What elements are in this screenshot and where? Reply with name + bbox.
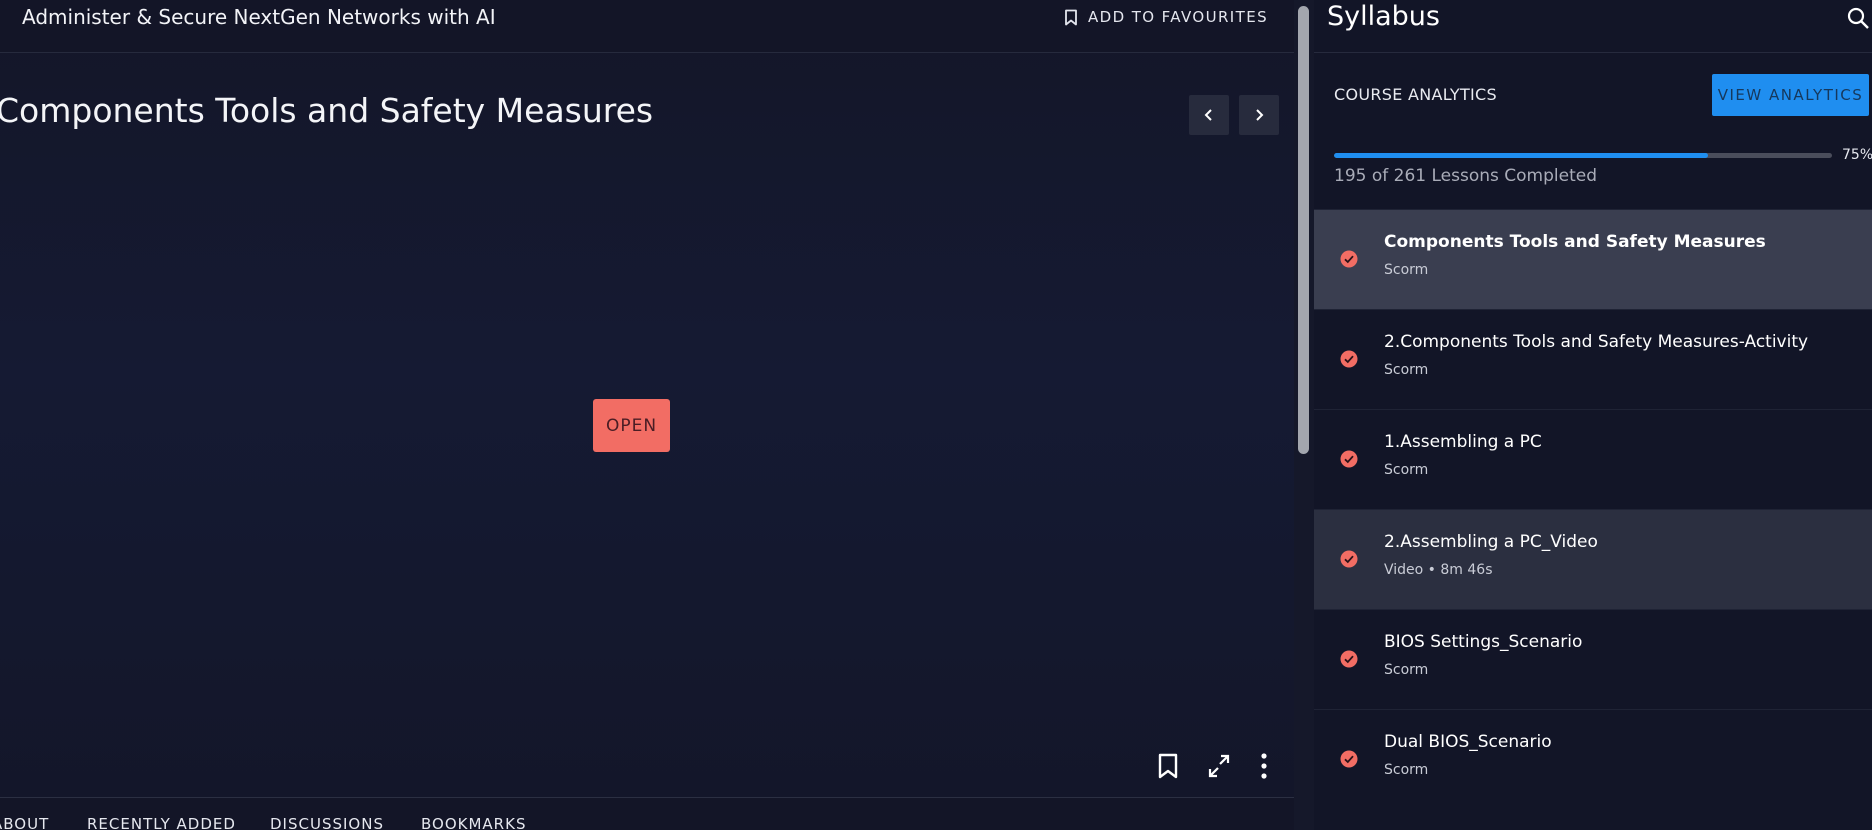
syllabus-item-title: Dual BIOS_Scenario — [1384, 732, 1552, 752]
course-progress-percent: 75% — [1842, 147, 1872, 163]
check-circle-icon — [1340, 250, 1358, 268]
syllabus-item-title: 2.Components Tools and Safety Measures-A… — [1384, 332, 1809, 352]
check-circle-icon — [1340, 650, 1358, 668]
syllabus-title: Syllabus — [1327, 1, 1440, 32]
check-circle-icon — [1340, 550, 1358, 568]
syllabus-item-title: Components Tools and Safety Measures — [1384, 232, 1766, 252]
more-options-button[interactable] — [1251, 752, 1277, 784]
syllabus-item[interactable]: 1.Assembling a PC Scorm — [1314, 409, 1872, 509]
check-circle-icon — [1340, 350, 1358, 368]
search-icon[interactable] — [1846, 6, 1870, 30]
syllabus-item-meta: Scorm — [1384, 462, 1429, 478]
course-progress-bar — [1334, 153, 1832, 158]
syllabus-header: Syllabus — [1314, 0, 1872, 53]
content-header: ‹ Administer & Secure NextGen Networks w… — [0, 0, 1294, 53]
chevron-left-icon — [1204, 109, 1212, 121]
lesson-title: Components Tools and Safety Measures — [0, 91, 654, 130]
syllabus-item-meta: Video • 8m 46s — [1384, 562, 1493, 578]
previous-lesson-button[interactable] — [1189, 95, 1229, 135]
syllabus-panel: Syllabus COURSE ANALYTICS VIEW ANALYTICS… — [1314, 0, 1872, 830]
syllabus-item-title: 1.Assembling a PC — [1384, 432, 1542, 452]
content-tabs: ABOUT RECENTLY ADDED DISCUSSIONS BOOKMAR… — [0, 797, 1294, 830]
lessons-completed-text: 195 of 261 Lessons Completed — [1334, 166, 1597, 186]
course-title: Administer & Secure NextGen Networks wit… — [22, 5, 496, 29]
chevron-right-icon — [1256, 109, 1264, 121]
content-scrollbar-thumb[interactable] — [1298, 6, 1309, 454]
next-lesson-button[interactable] — [1239, 95, 1279, 135]
syllabus-item[interactable]: Components Tools and Safety Measures Scor… — [1314, 209, 1872, 309]
syllabus-item-title: BIOS Settings_Scenario — [1384, 632, 1583, 652]
syllabus-item-meta: Scorm — [1384, 362, 1429, 378]
syllabus-item[interactable]: 2.Assembling a PC_Video Video • 8m 46s — [1314, 509, 1872, 609]
fullscreen-icon — [1208, 754, 1230, 778]
more-vertical-icon — [1261, 753, 1267, 779]
view-analytics-button[interactable]: VIEW ANALYTICS — [1712, 74, 1869, 116]
syllabus-item[interactable]: 2.Components Tools and Safety Measures-A… — [1314, 309, 1872, 409]
syllabus-item-meta: Scorm — [1384, 662, 1429, 678]
check-circle-icon — [1340, 450, 1358, 468]
course-analytics-label: COURSE ANALYTICS — [1334, 85, 1497, 104]
course-progress-fill — [1334, 153, 1708, 158]
syllabus-item[interactable]: BIOS Settings_Scenario Scorm — [1314, 609, 1872, 709]
check-circle-icon — [1340, 750, 1358, 768]
tab-discussions[interactable]: DISCUSSIONS — [270, 815, 384, 830]
tab-recently-added[interactable]: RECENTLY ADDED — [87, 815, 236, 830]
fullscreen-button[interactable] — [1206, 752, 1232, 784]
open-button[interactable]: OPEN — [593, 399, 670, 452]
bookmark-lesson-button[interactable] — [1155, 752, 1181, 784]
syllabus-item-meta: Scorm — [1384, 762, 1429, 778]
add-to-favourites-label: ADD TO FAVOURITES — [1087, 8, 1268, 26]
add-to-favourites-button[interactable]: ADD TO FAVOURITES — [1064, 8, 1268, 26]
syllabus-item-meta: Scorm — [1384, 262, 1429, 278]
tab-bookmarks[interactable]: BOOKMARKS — [421, 815, 526, 830]
syllabus-item-title: 2.Assembling a PC_Video — [1384, 532, 1598, 552]
tab-about[interactable]: ABOUT — [0, 815, 49, 830]
syllabus-item[interactable]: Dual BIOS_Scenario Scorm — [1314, 709, 1872, 809]
content-pane: ‹ Administer & Secure NextGen Networks w… — [0, 0, 1294, 830]
bookmark-icon — [1065, 9, 1077, 25]
bookmark-icon — [1158, 753, 1178, 779]
chevron-left-icon[interactable]: ‹ — [0, 8, 1, 29]
